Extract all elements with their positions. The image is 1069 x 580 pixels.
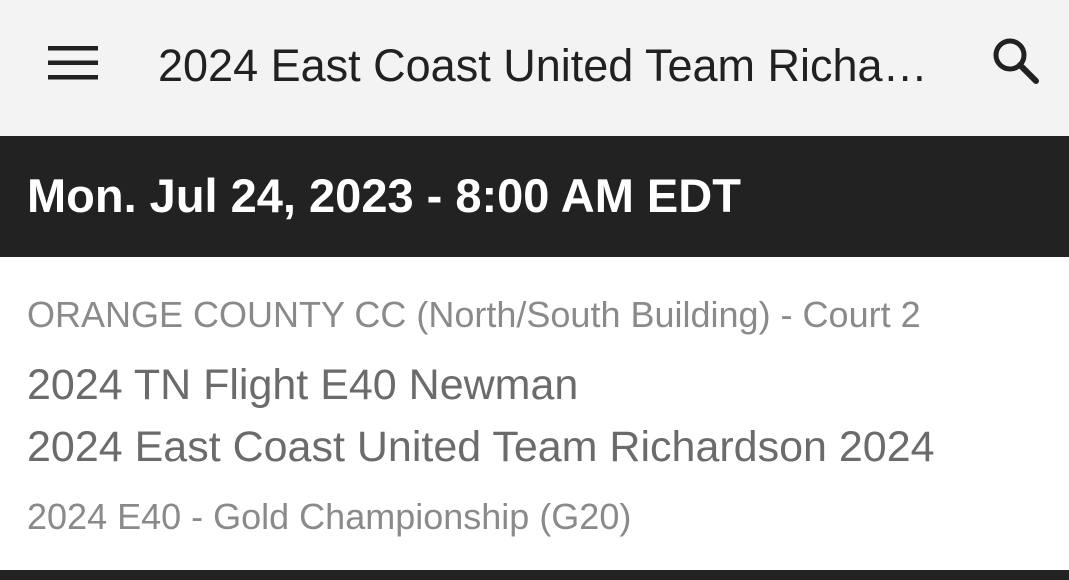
app-bar: 2024 East Coast United Team Richardson 2… — [0, 0, 1069, 136]
search-button[interactable] — [978, 28, 1054, 98]
search-icon — [990, 35, 1042, 92]
hamburger-menu-icon — [47, 43, 99, 83]
team-name-away: 2024 East Coast United Team Richardson 2… — [27, 423, 935, 471]
date-time-label: Mon. Jul 24, 2023 - 8:00 AM EDT — [27, 169, 741, 222]
team-name-home: 2024 TN Flight E40 Newman — [27, 361, 579, 409]
menu-button[interactable] — [34, 28, 112, 98]
game-location: ORANGE COUNTY CC (North/South Building) … — [27, 294, 921, 335]
next-section-header — [0, 570, 1069, 580]
game-list-item[interactable]: ORANGE COUNTY CC (North/South Building) … — [0, 257, 1069, 570]
date-section-header: Mon. Jul 24, 2023 - 8:00 AM EDT — [0, 136, 1069, 257]
page-title: 2024 East Coast United Team Richardson 2… — [158, 40, 928, 91]
game-division: 2024 E40 - Gold Championship (G20) — [27, 496, 632, 537]
